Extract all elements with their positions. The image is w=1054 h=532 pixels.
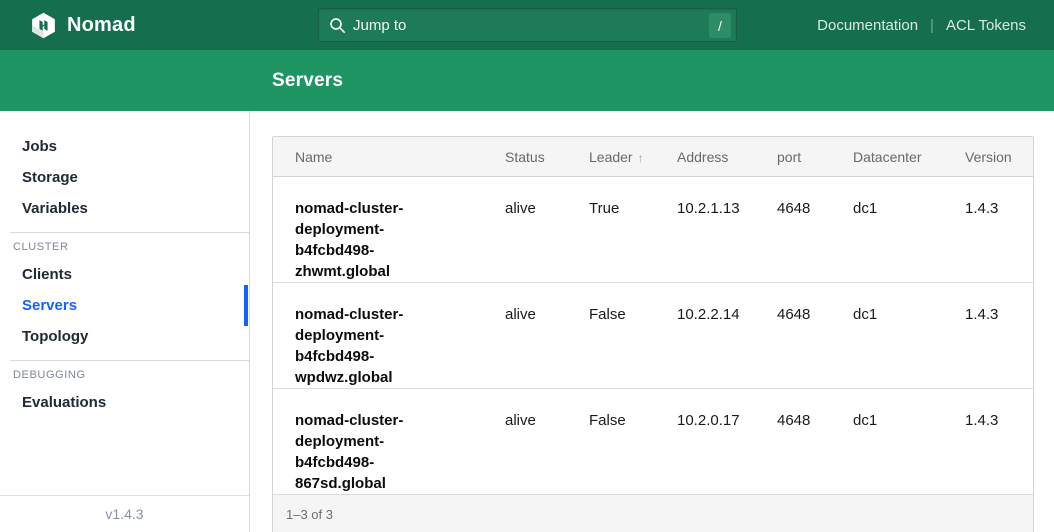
app-version: v1.4.3 xyxy=(105,506,143,522)
column-header-version[interactable]: Version xyxy=(965,149,1033,165)
server-row[interactable]: nomad-cluster-deployment-b4fcbd498-wpdwz… xyxy=(273,283,1033,389)
server-address: 10.2.2.14 xyxy=(677,304,777,325)
server-datacenter: dc1 xyxy=(853,198,965,219)
server-version: 1.4.3 xyxy=(965,410,1033,431)
table-footer: 1–3 of 3 xyxy=(273,495,1033,532)
sidebar-group-debugging: Evaluations xyxy=(0,387,249,418)
links-separator: | xyxy=(930,17,934,34)
column-header-port[interactable]: port xyxy=(777,149,853,165)
jump-to-input[interactable] xyxy=(319,9,736,41)
content-area: Jobs Storage Variables CLUSTER Clients S… xyxy=(0,111,1054,532)
sidebar-item-jobs[interactable]: Jobs xyxy=(0,131,249,162)
server-row[interactable]: nomad-cluster-deployment-b4fcbd498-867sd… xyxy=(273,389,1033,495)
main-panel: Name Status Leader↑ Address port Datacen… xyxy=(250,111,1054,532)
sidebar-footer: v1.4.3 xyxy=(0,495,249,532)
server-leader: True xyxy=(589,198,677,219)
server-address: 10.2.1.13 xyxy=(677,198,777,219)
sidebar-group-cluster: Clients Servers Topology xyxy=(0,259,249,352)
server-status: alive xyxy=(505,304,589,325)
table-header-row: Name Status Leader↑ Address port Datacen… xyxy=(273,137,1033,177)
column-header-address[interactable]: Address xyxy=(677,149,777,165)
server-version: 1.4.3 xyxy=(965,304,1033,325)
server-leader: False xyxy=(589,410,677,431)
top-navbar: Nomad / Documentation | ACL Tokens xyxy=(0,0,1054,50)
server-port: 4648 xyxy=(777,198,853,219)
pagination-label: 1–3 of 3 xyxy=(286,507,333,522)
server-name: nomad-cluster-deployment-b4fcbd498-wpdwz… xyxy=(273,304,469,388)
server-version: 1.4.3 xyxy=(965,198,1033,219)
sidebar-item-clients[interactable]: Clients xyxy=(0,259,249,290)
nomad-logo-icon xyxy=(30,12,57,39)
jump-to-search[interactable]: / xyxy=(318,8,737,42)
sidebar: Jobs Storage Variables CLUSTER Clients S… xyxy=(0,111,250,532)
nomad-brand[interactable]: Nomad xyxy=(30,12,136,39)
server-name: nomad-cluster-deployment-b4fcbd498-zhwmt… xyxy=(273,198,469,282)
sidebar-group-main: Jobs Storage Variables xyxy=(0,131,249,224)
topnav-links: Documentation | ACL Tokens xyxy=(817,17,1054,34)
documentation-link[interactable]: Documentation xyxy=(817,17,918,34)
server-datacenter: dc1 xyxy=(853,410,965,431)
server-row[interactable]: nomad-cluster-deployment-b4fcbd498-zhwmt… xyxy=(273,177,1033,283)
servers-table: Name Status Leader↑ Address port Datacen… xyxy=(272,136,1034,532)
sort-arrow-icon: ↑ xyxy=(638,151,644,165)
column-header-name[interactable]: Name xyxy=(273,149,505,165)
brand-title: Nomad xyxy=(67,14,136,37)
server-address: 10.2.0.17 xyxy=(677,410,777,431)
column-header-status[interactable]: Status xyxy=(505,149,589,165)
sidebar-item-topology[interactable]: Topology xyxy=(0,321,249,352)
sidebar-section-label-cluster: CLUSTER xyxy=(13,241,249,253)
page-title: Servers xyxy=(272,70,343,92)
sidebar-divider xyxy=(10,360,249,361)
sidebar-divider xyxy=(10,232,249,233)
column-header-leader[interactable]: Leader↑ xyxy=(589,149,677,165)
acl-tokens-link[interactable]: ACL Tokens xyxy=(946,17,1026,34)
sidebar-item-servers[interactable]: Servers xyxy=(0,290,249,321)
search-icon xyxy=(329,17,346,34)
server-name: nomad-cluster-deployment-b4fcbd498-867sd… xyxy=(273,410,469,494)
server-datacenter: dc1 xyxy=(853,304,965,325)
server-status: alive xyxy=(505,198,589,219)
sidebar-item-variables[interactable]: Variables xyxy=(0,193,249,224)
column-header-datacenter[interactable]: Datacenter xyxy=(853,149,965,165)
slash-shortcut-badge: / xyxy=(709,13,731,38)
sidebar-item-storage[interactable]: Storage xyxy=(0,162,249,193)
server-port: 4648 xyxy=(777,304,853,325)
page-header: Servers xyxy=(0,50,1054,111)
server-status: alive xyxy=(505,410,589,431)
sidebar-section-label-debugging: DEBUGGING xyxy=(13,369,249,381)
server-leader: False xyxy=(589,304,677,325)
server-port: 4648 xyxy=(777,410,853,431)
sidebar-item-evaluations[interactable]: Evaluations xyxy=(0,387,249,418)
